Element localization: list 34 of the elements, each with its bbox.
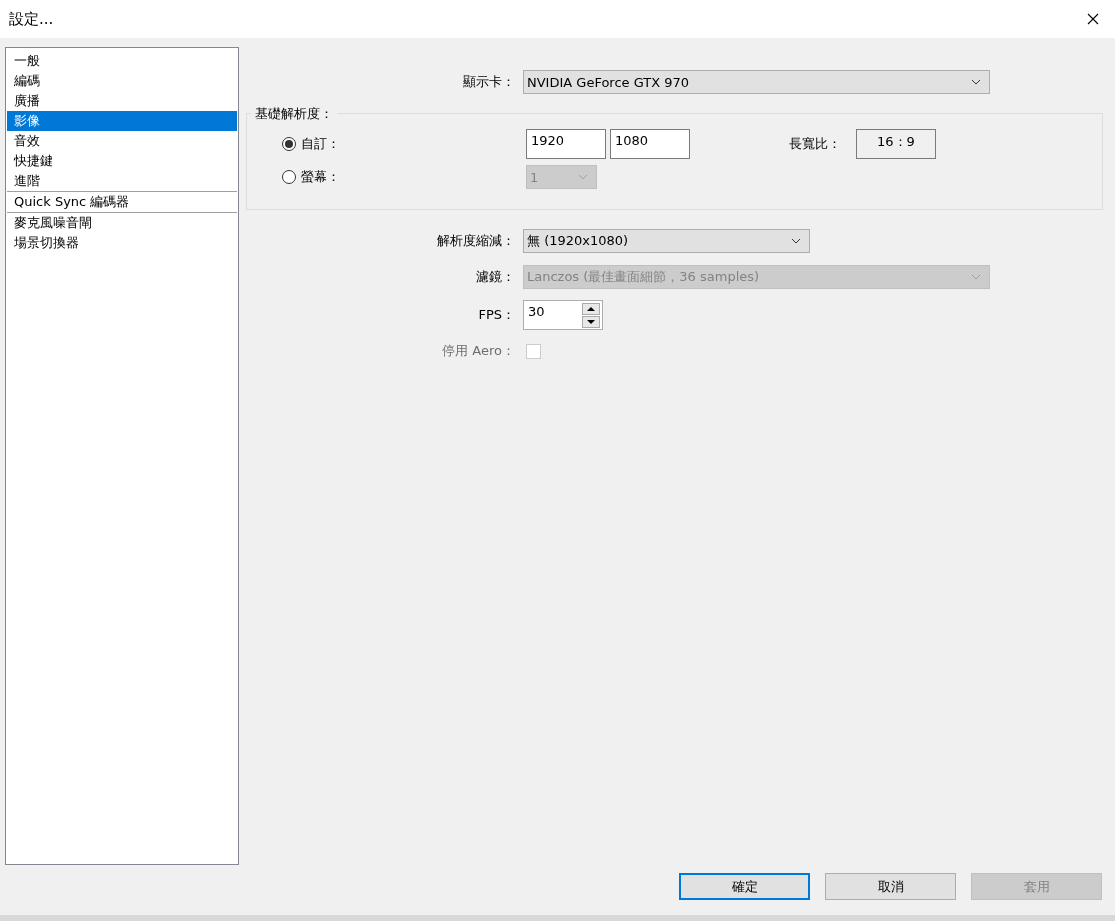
sidebar-item[interactable]: 場景切換器 — [7, 233, 237, 253]
group-title: 基礎解析度： — [251, 105, 337, 123]
field-label: 解析度縮減： — [436, 232, 516, 250]
sidebar-item[interactable]: 進階 — [7, 171, 237, 191]
sidebar-item[interactable]: 音效 — [7, 131, 237, 151]
radio-label: 自訂： — [301, 135, 340, 153]
fps-spinner[interactable]: 30 — [523, 300, 603, 330]
window-title: 設定... — [9, 9, 54, 29]
aspect-ratio-value: 16：9 — [856, 129, 936, 159]
chevron-down-icon — [971, 79, 981, 85]
sidebar-item[interactable]: 一般 — [7, 51, 237, 71]
width-input[interactable]: 1920 — [526, 129, 606, 159]
display-card-dropdown[interactable]: NVIDIA GeForce GTX 970 — [523, 70, 990, 94]
dialog-button[interactable]: 確定 — [679, 873, 810, 900]
chevron-down-icon — [971, 274, 981, 280]
sidebar-item[interactable]: 編碼 — [7, 71, 237, 91]
chevron-down-icon — [791, 238, 801, 244]
close-icon[interactable] — [1087, 13, 1099, 25]
field-label: 長寬比： — [789, 135, 842, 153]
height-input[interactable]: 1080 — [610, 129, 690, 159]
field-label: 停用 Aero： — [441, 342, 516, 360]
field-label: FPS： — [477, 306, 516, 324]
sidebar-item[interactable]: 影像 — [7, 111, 237, 131]
sidebar-item[interactable]: 麥克風噪音閘 — [7, 212, 237, 233]
sidebar-item[interactable]: 廣播 — [7, 91, 237, 111]
sidebar-item[interactable]: Quick Sync 編碼器 — [7, 191, 237, 212]
radio-button[interactable] — [282, 137, 296, 151]
radio-label: 螢幕： — [301, 168, 340, 186]
dialog-button[interactable]: 取消 — [825, 873, 956, 900]
chevron-down-icon — [578, 174, 588, 180]
field-label: 濾鏡： — [475, 268, 516, 286]
field-label: 顯示卡： — [462, 73, 516, 91]
downscale-dropdown[interactable]: 無 (1920x1080) — [523, 229, 810, 253]
sidebar-item[interactable]: 快捷鍵 — [7, 151, 237, 171]
